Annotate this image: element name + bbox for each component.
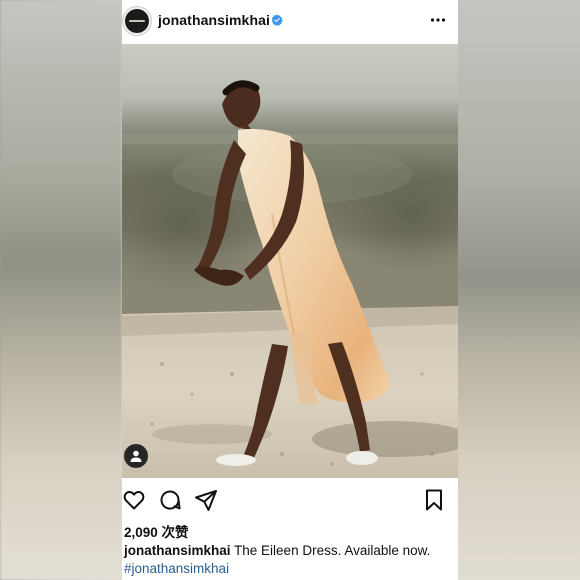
comment-icon[interactable] bbox=[158, 488, 182, 512]
more-options-icon[interactable] bbox=[430, 10, 446, 30]
blurred-background-right bbox=[458, 0, 580, 580]
caption-text: The Eileen Dress. Available now. bbox=[230, 543, 431, 558]
instagram-post: jonathansimkhai 2,090 次赞 jonathansimkhai… bbox=[122, 0, 458, 580]
post-caption: jonathansimkhai The Eileen Dress. Availa… bbox=[124, 543, 430, 558]
blurred-background-left bbox=[0, 0, 122, 580]
post-image[interactable] bbox=[122, 44, 458, 478]
brand-logo-icon bbox=[125, 9, 149, 33]
avatar[interactable] bbox=[122, 6, 152, 36]
post-photo-illustration bbox=[122, 44, 458, 478]
bookmark-icon[interactable] bbox=[422, 488, 446, 512]
verified-badge-icon bbox=[271, 14, 283, 26]
post-username[interactable]: jonathansimkhai bbox=[158, 12, 270, 28]
caption-username[interactable]: jonathansimkhai bbox=[124, 543, 231, 558]
tagged-user-icon[interactable] bbox=[124, 444, 148, 468]
likes-count[interactable]: 2,090 次赞 bbox=[124, 521, 189, 541]
heart-icon[interactable] bbox=[122, 488, 146, 512]
send-icon[interactable] bbox=[194, 488, 218, 512]
post-header: jonathansimkhai bbox=[122, 0, 458, 44]
hashtag-link[interactable]: #jonathansimkhai bbox=[124, 561, 229, 576]
post-actions bbox=[122, 486, 458, 514]
